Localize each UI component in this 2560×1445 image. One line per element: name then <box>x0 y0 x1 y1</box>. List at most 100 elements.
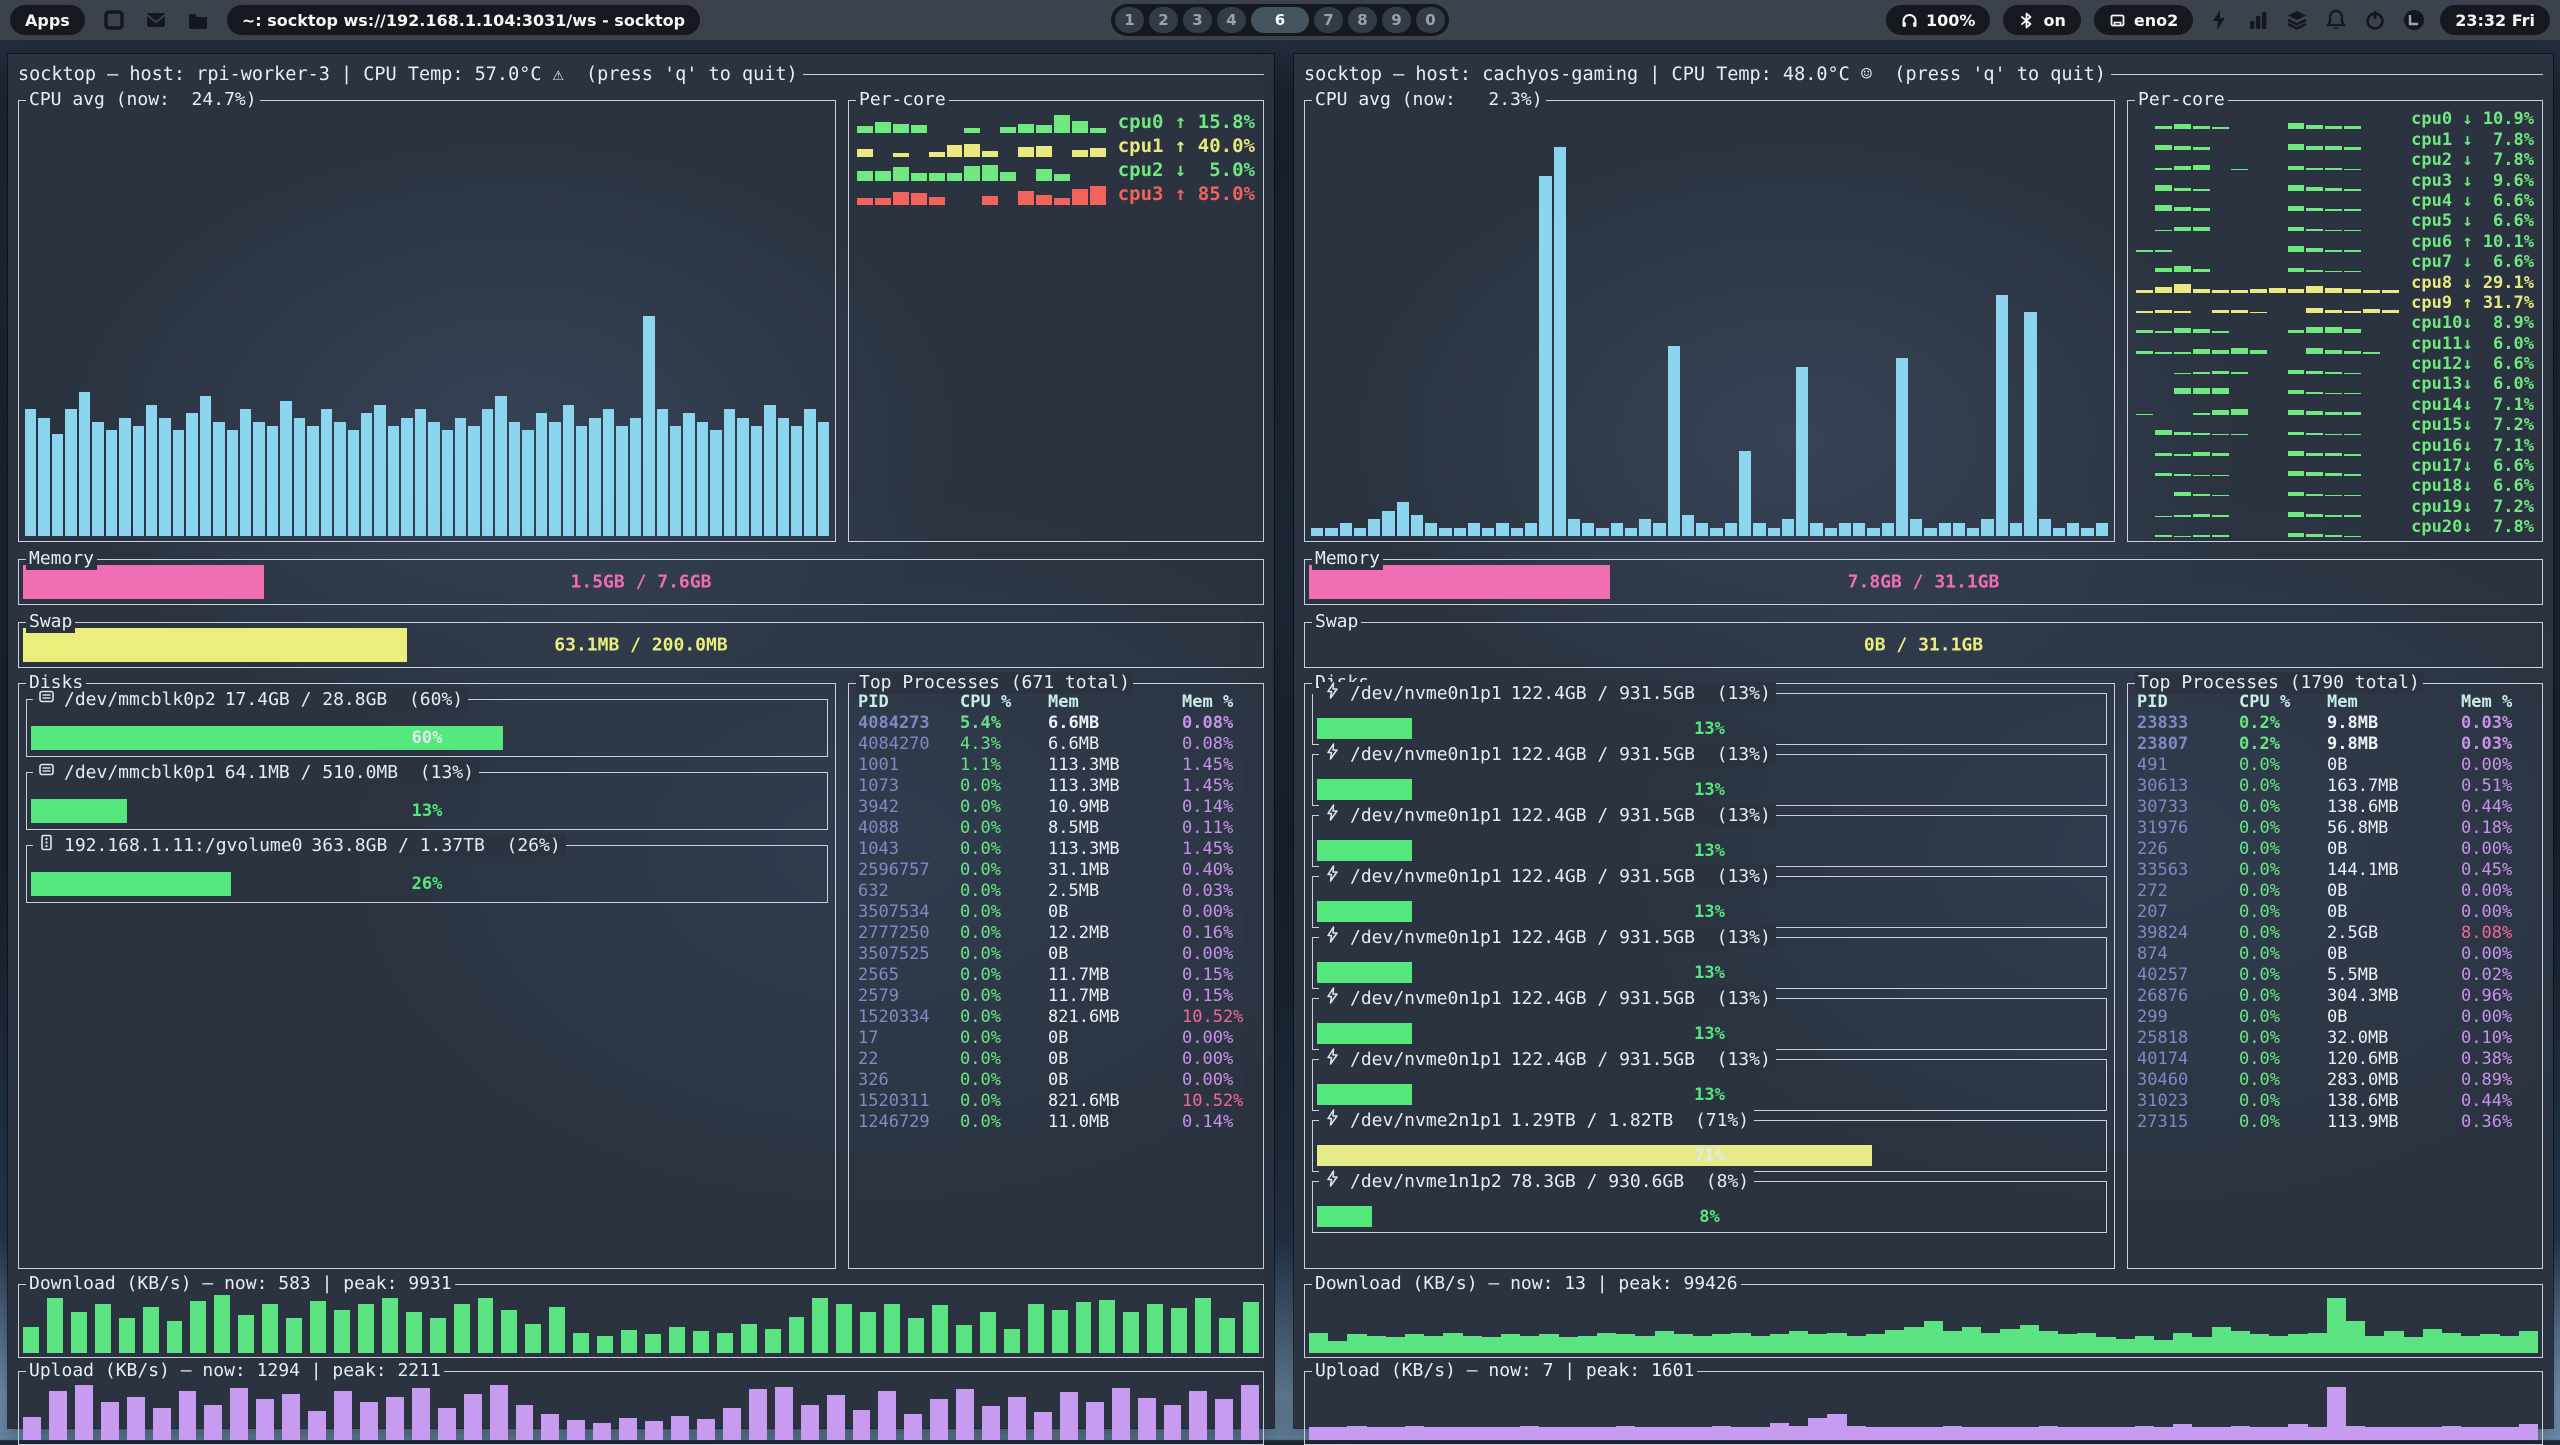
process-row: 398240.0%2.5GB8.08% <box>2128 923 2542 944</box>
process-header-row: PIDCPU %MemMem % <box>2128 692 2542 713</box>
folder-icon[interactable] <box>185 7 211 33</box>
chart-bar <box>982 165 998 181</box>
disk-item: /dev/nvme2n1p11.29TB / 1.82TB (71%)71% <box>1312 1120 2107 1172</box>
chart-bar <box>310 1301 326 1353</box>
chart-bar <box>2344 147 2361 150</box>
process-memp: 0.45% <box>2461 860 2533 881</box>
chart-bar <box>1597 1427 1616 1440</box>
stats-icon[interactable] <box>2245 7 2271 33</box>
process-row: 35075340.0%0B0.00% <box>849 902 1263 923</box>
clock-pill[interactable]: 23:32 Fri <box>2440 5 2550 35</box>
mail-icon[interactable] <box>143 7 169 33</box>
chart-bar <box>2363 309 2380 313</box>
process-memp: 0.44% <box>2461 797 2533 818</box>
chart-bar <box>2308 1427 2327 1440</box>
chart-bar <box>878 1391 896 1440</box>
workspace-button-7[interactable]: 7 <box>1314 7 1343 33</box>
chart-bar <box>616 426 627 536</box>
process-row: 306130.0%163.7MB0.51% <box>2128 776 2542 797</box>
header-rule <box>2111 74 2543 75</box>
chart-bar <box>468 426 479 536</box>
chart-bar <box>2155 230 2172 232</box>
process-memp: 0.08% <box>1182 734 1254 755</box>
upload-box: Upload (KB/s) — now: 7 | peak: 1601 <box>1304 1371 2543 1445</box>
process-mem: 31.1MB <box>1048 860 1182 881</box>
process-row: 402570.0%5.5MB0.02% <box>2128 965 2542 986</box>
process-row: 40880.0%8.5MB0.11% <box>849 818 1263 839</box>
power-icon[interactable] <box>2362 7 2388 33</box>
chart-bar <box>2306 348 2323 354</box>
core-spark <box>2136 339 2399 354</box>
chart-bar <box>2346 1321 2365 1353</box>
disk-item: /dev/nvme0n1p1122.4GB / 931.5GB (13%)13% <box>1312 937 2107 989</box>
chart-bar <box>495 396 506 536</box>
chart-bar <box>516 1405 534 1440</box>
chart-bar <box>2519 1331 2538 1353</box>
process-memp: 0.00% <box>2461 755 2533 776</box>
chart-bar <box>415 409 426 536</box>
layers-icon[interactable] <box>2284 7 2310 33</box>
chart-bar <box>2212 453 2229 455</box>
swap-box: Swap63.1MB / 200.0MB <box>18 622 1264 668</box>
chart-bar <box>1655 1331 1674 1353</box>
workspace-button-4[interactable]: 4 <box>1217 7 1246 33</box>
top-processes-box: Top Processes (1790 total)PIDCPU %MemMem… <box>2127 683 2543 1269</box>
chart-bar <box>2096 1427 2115 1440</box>
core-spark <box>2136 278 2399 293</box>
chart-bar <box>2000 1329 2019 1353</box>
chart-bar <box>671 1416 689 1440</box>
volume-pill[interactable]: 100% <box>1886 5 1990 35</box>
chart-bar <box>982 196 998 205</box>
window-title-button[interactable]: ~: socktop ws://192.168.1.104:3031/ws - … <box>227 5 700 35</box>
chart-bar <box>2174 515 2191 517</box>
process-cpu: 0.0% <box>960 1070 1048 1091</box>
workspace-button-0[interactable]: 0 <box>1416 7 1445 33</box>
core-row: cpu17↓ 6.6% <box>2128 456 2542 476</box>
chart-bar <box>1943 1426 1962 1440</box>
core-label: cpu16↓ 7.1% <box>2411 436 2534 456</box>
chart-bar <box>358 1304 374 1353</box>
core-spark <box>2136 216 2399 231</box>
apps-button[interactable]: Apps <box>10 5 85 35</box>
terminal-window-left[interactable]: socktop — host: rpi-worker-3 | CPU Temp:… <box>8 54 1274 1428</box>
chart-bar <box>932 1305 948 1353</box>
chart-bar <box>1054 115 1070 133</box>
chart-bar <box>119 418 130 536</box>
bluetooth-pill[interactable]: on <box>2003 5 2080 35</box>
chart-bar <box>1751 1427 1770 1440</box>
workspace-button-2[interactable]: 2 <box>1149 7 1178 33</box>
process-pid: 1043 <box>858 839 960 860</box>
chart-bar <box>1000 127 1016 133</box>
core-label: cpu6 ↑ 10.1% <box>2411 232 2534 252</box>
workspace-button-1[interactable]: 1 <box>1115 7 1144 33</box>
chart-bar <box>670 426 681 536</box>
chart-bar <box>1953 523 1965 536</box>
chart-bar <box>1090 128 1106 133</box>
chart-bar <box>227 430 238 536</box>
process-pid: 874 <box>2137 944 2239 965</box>
workspace-button-3[interactable]: 3 <box>1183 7 1212 33</box>
chart-bar <box>1138 1398 1156 1440</box>
chart-bar <box>2288 144 2305 150</box>
chart-bar <box>2174 328 2191 333</box>
process-cpu: 0.0% <box>2239 776 2327 797</box>
notifications-bell-icon[interactable] <box>2323 7 2349 33</box>
app-indicator-icon[interactable] <box>2401 7 2427 33</box>
network-pill[interactable]: eno2 <box>2094 5 2193 35</box>
chart-bar <box>751 426 762 536</box>
process-cpu: 0.2% <box>2239 734 2327 755</box>
chart-bar <box>1340 523 1352 536</box>
chart-bar <box>2325 473 2342 476</box>
chart-bar <box>724 409 735 536</box>
chart-bar <box>286 1318 302 1353</box>
workspace-button-6[interactable]: 6 <box>1251 7 1309 33</box>
workspace-button-9[interactable]: 9 <box>1382 7 1411 33</box>
process-pid: 1246729 <box>858 1112 960 1133</box>
upload-box: Upload (KB/s) — now: 1294 | peak: 2211 <box>18 1371 1264 1445</box>
window-icon[interactable] <box>101 7 127 33</box>
core-row: cpu16↓ 7.1% <box>2128 435 2542 455</box>
power-profile-icon[interactable] <box>2206 7 2232 33</box>
workspace-button-8[interactable]: 8 <box>1348 7 1377 33</box>
chart-bar <box>1468 523 1480 536</box>
terminal-window-right[interactable]: socktop — host: cachyos-gaming | CPU Tem… <box>1294 54 2553 1428</box>
